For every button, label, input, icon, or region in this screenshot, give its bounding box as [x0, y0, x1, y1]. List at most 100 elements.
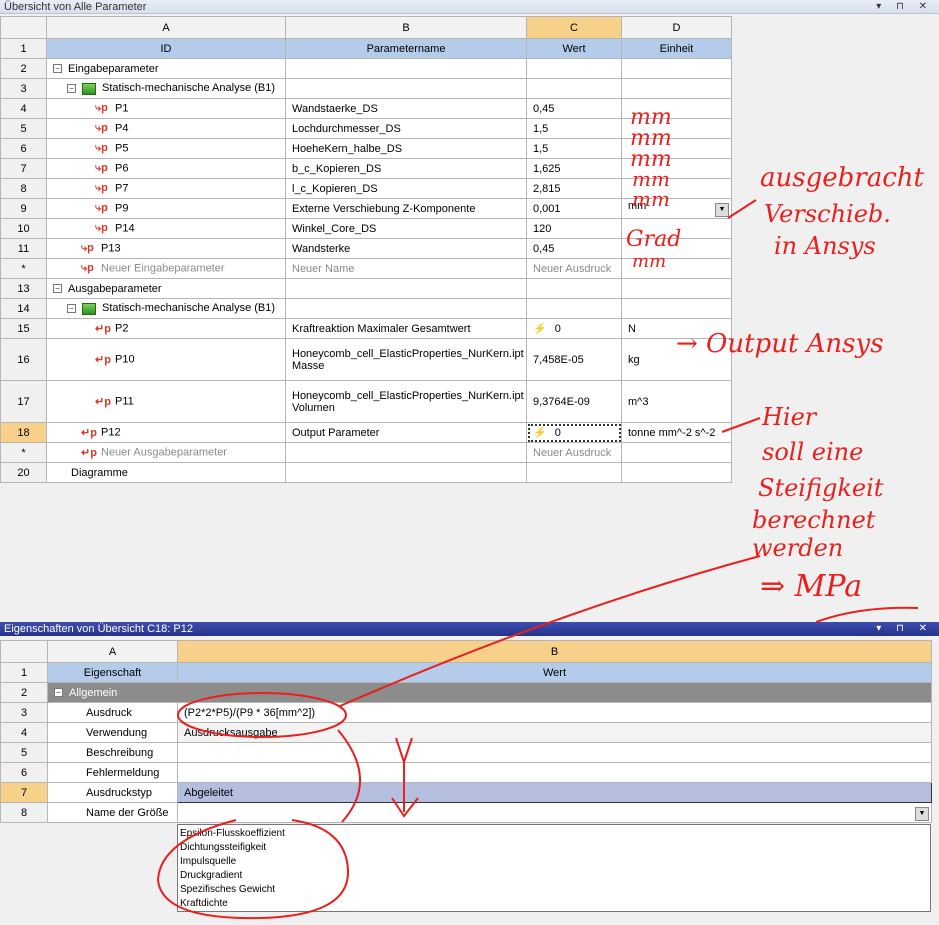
row-number[interactable]: 18 [0, 422, 47, 443]
table-row[interactable]: 8 ⤷p P7 l_c_Kopieren_DS 2,815 [0, 178, 732, 199]
row-number[interactable]: 9 [0, 198, 47, 219]
param-name-cell[interactable]: Externe Verschiebung Z-Komponente [285, 198, 527, 219]
param-name-cell[interactable]: Kraftreaktion Maximaler Gesamtwert [285, 318, 527, 339]
dropdown-option[interactable]: Druckgradient [178, 869, 930, 883]
collapse-icon[interactable]: − [53, 284, 62, 294]
param-id-cell[interactable]: ↵p P12 [46, 422, 286, 443]
section-general[interactable]: − Allgemein [47, 682, 932, 703]
group-cell[interactable]: − Eingabeparameter [46, 58, 286, 79]
dropdown-option[interactable]: Epsilon-Flusskoeffizient [178, 827, 930, 841]
param-value-cell[interactable]: 1,625 [526, 158, 622, 179]
column-header-a[interactable]: A [46, 16, 286, 39]
param-value-cell[interactable]: 1,5 [526, 118, 622, 139]
quantity-name-dropdown-list[interactable]: Epsilon-Flusskoeffizient Dichtungssteifi… [177, 824, 931, 912]
param-name-cell[interactable]: Wandstaerke_DS [285, 98, 527, 119]
param-name-cell[interactable]: HoeheKern_halbe_DS [285, 138, 527, 159]
param-unit-cell[interactable] [621, 238, 732, 259]
row-number[interactable]: 1 [0, 38, 47, 59]
unit-select[interactable]: mm ▼ [621, 198, 732, 219]
row-number[interactable]: 8 [0, 178, 47, 199]
dropdown-option[interactable]: Dichtungssteifigkeit [178, 841, 930, 855]
row-number[interactable]: 2 [0, 58, 47, 79]
row-number[interactable]: 20 [0, 462, 47, 483]
param-value-cell[interactable]: 7,458E-05 [526, 338, 622, 381]
table-row[interactable]: 14 − Statisch-mechanische Analyse (B1) [0, 298, 732, 319]
param-value-cell[interactable]: 9,3764E-09 [526, 380, 622, 423]
param-id-cell[interactable]: ↵p P11 [46, 380, 286, 423]
panel-controls[interactable]: ▾ ⊓ ✕ [876, 622, 933, 636]
property-row[interactable]: 4 Verwendung Ausdrucksausgabe [0, 722, 932, 743]
collapse-icon[interactable]: − [54, 688, 63, 698]
param-id-cell[interactable]: ⤷p P14 [46, 218, 286, 239]
param-value-cell[interactable]: 0,001 [526, 198, 622, 219]
row-number[interactable]: 5 [0, 118, 47, 139]
row-number[interactable]: 16 [0, 338, 47, 381]
collapse-icon[interactable]: − [53, 64, 62, 74]
column-header-d[interactable]: D [621, 16, 732, 39]
row-number[interactable]: 6 [0, 762, 48, 783]
table-row[interactable]: 9 ⤷p P9 Externe Verschiebung Z-Komponente… [0, 198, 732, 219]
corner-cell[interactable] [0, 16, 47, 39]
property-row[interactable]: 8 Name der Größe ▼ [0, 802, 932, 823]
row-number[interactable]: 8 [0, 802, 48, 823]
new-expression-cell[interactable]: Neuer Ausdruck [526, 442, 622, 463]
table-row[interactable]: 15 ↵p P2 Kraftreaktion Maximaler Gesamtwe… [0, 318, 732, 339]
table-row[interactable]: 6 ⤷p P5 HoeheKern_halbe_DS 1,5 [0, 138, 732, 159]
row-number[interactable]: 3 [0, 78, 47, 99]
table-row[interactable]: * ⤷p Neuer Eingabeparameter Neuer Name Ne… [0, 258, 732, 279]
table-row[interactable]: 2 − Eingabeparameter [0, 58, 732, 79]
property-row[interactable]: 3 Ausdruck (P2*2*P5)/(P9 * 36[mm^2]) [0, 702, 932, 723]
table-row[interactable]: 17 ↵p P11 Honeycomb_cell_ElasticPropertie… [0, 380, 732, 423]
collapse-icon[interactable]: − [67, 304, 76, 314]
row-number[interactable]: 1 [0, 662, 48, 683]
table-row[interactable]: 7 ⤷p P6 b_c_Kopieren_DS 1,625 [0, 158, 732, 179]
param-value-cell[interactable]: 2,815 [526, 178, 622, 199]
row-number[interactable]: 11 [0, 238, 47, 259]
param-name-cell[interactable]: Lochdurchmesser_DS [285, 118, 527, 139]
table-row[interactable]: 10 ⤷p P14 Winkel_Core_DS 120 [0, 218, 732, 239]
param-name-cell[interactable]: Honeycomb_cell_ElasticProperties_NurKern… [285, 380, 527, 423]
dropdown-option[interactable]: Kraftdichte [178, 897, 930, 911]
param-id-cell[interactable]: ⤷p P7 [46, 178, 286, 199]
param-value-cell-focused[interactable]: ⚡ 0 [526, 422, 622, 443]
table-row[interactable]: 16 ↵p P10 Honeycomb_cell_ElasticPropertie… [0, 338, 732, 381]
param-unit-cell[interactable] [621, 158, 732, 179]
param-id-cell[interactable]: ⤷p P13 [46, 238, 286, 259]
param-unit-cell[interactable] [621, 98, 732, 119]
dropdown-arrow-icon[interactable]: ▼ [715, 203, 729, 217]
column-header-b[interactable]: B [285, 16, 527, 39]
param-id-cell[interactable]: ↵p P10 [46, 338, 286, 381]
row-number[interactable]: 2 [0, 682, 48, 703]
row-number[interactable]: 4 [0, 98, 47, 119]
param-value-cell[interactable]: 0,45 [526, 238, 622, 259]
table-row[interactable]: 11 ⤷p P13 Wandsterke 0,45 [0, 238, 732, 259]
row-number[interactable]: 6 [0, 138, 47, 159]
corner-cell[interactable] [0, 640, 48, 663]
param-unit-cell[interactable] [621, 442, 732, 463]
row-number[interactable]: 17 [0, 380, 47, 423]
table-row[interactable]: 20 Diagramme [0, 462, 732, 483]
param-unit-cell[interactable] [621, 118, 732, 139]
new-name-cell[interactable]: Neuer Name [285, 258, 527, 279]
row-number[interactable]: 15 [0, 318, 47, 339]
param-unit-cell[interactable] [621, 258, 732, 279]
property-row[interactable]: 5 Beschreibung [0, 742, 932, 763]
collapse-icon[interactable]: − [67, 84, 76, 94]
column-header-b[interactable]: B [177, 640, 932, 663]
param-unit-cell[interactable] [621, 218, 732, 239]
table-row-selected[interactable]: 18 ↵p P12 Output Parameter ⚡ 0 tonne mm^-2… [0, 422, 732, 443]
row-number[interactable]: 14 [0, 298, 47, 319]
param-value-cell[interactable]: 1,5 [526, 138, 622, 159]
param-name-cell[interactable]: Honeycomb_cell_ElasticProperties_NurKern… [285, 338, 527, 381]
quantity-name-select[interactable]: ▼ [177, 802, 932, 823]
param-unit-cell[interactable]: kg [621, 338, 732, 381]
row-number[interactable]: 13 [0, 278, 47, 299]
group-cell[interactable]: − Ausgabeparameter [46, 278, 286, 299]
param-unit-cell[interactable]: N [621, 318, 732, 339]
expression-input[interactable]: (P2*2*P5)/(P9 * 36[mm^2]) [177, 702, 932, 723]
new-input-parameter-cell[interactable]: ⤷p Neuer Eingabeparameter [46, 258, 286, 279]
new-output-parameter-cell[interactable]: ↵p Neuer Ausgabeparameter [46, 442, 286, 463]
row-number[interactable]: 7 [0, 158, 47, 179]
param-value-cell[interactable]: ⚡ 0 [526, 318, 622, 339]
param-id-cell[interactable]: ⤷p P6 [46, 158, 286, 179]
